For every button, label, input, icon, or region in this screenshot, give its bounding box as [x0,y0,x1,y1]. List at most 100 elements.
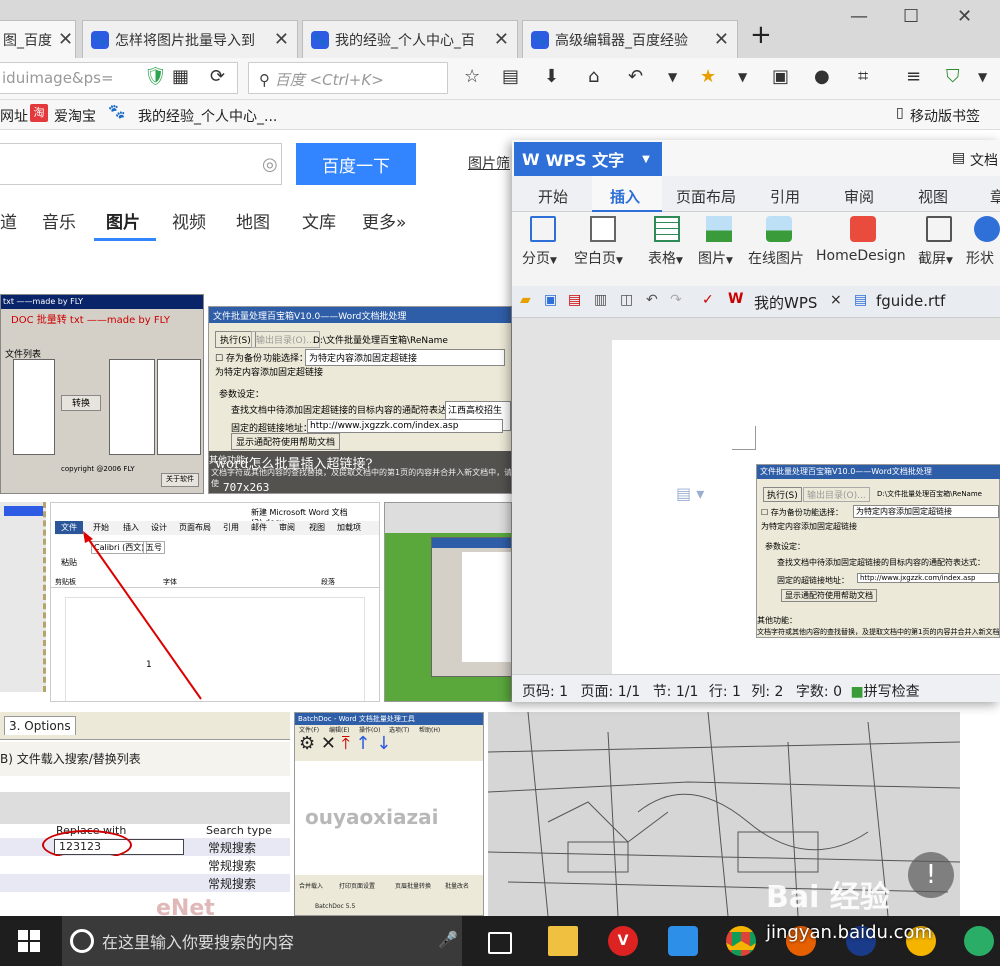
table-icon[interactable] [654,216,680,242]
new-tab-button[interactable]: + [750,20,772,50]
wps-logo-button[interactable]: W WPS 文字 ▼ [514,142,662,176]
reading-list-icon[interactable]: ▤ [502,66,519,87]
pdf-icon[interactable]: ▤ [568,292,581,308]
address-bar[interactable]: iduimage&ps= [0,62,238,94]
close-icon[interactable]: ✕ [321,733,336,754]
bottom-tab-merge[interactable]: 合并载入 [299,881,323,890]
map-pin-icon[interactable] [850,216,876,242]
bottom-tab-print[interactable]: 打印页面设置 [339,881,375,890]
redo-icon[interactable]: ↷ [670,292,682,308]
target-list[interactable] [157,359,201,455]
ribbon-page-break[interactable]: 分页▼ [522,248,557,268]
task-view-icon[interactable] [488,932,512,954]
output-dir-button[interactable]: 输出目录(O)... [251,331,320,348]
screenshot-icon[interactable] [926,216,952,242]
bookmark-url[interactable]: 网址 [0,106,28,126]
home-icon[interactable]: ⌂ [588,66,599,87]
mobile-bookmarks[interactable]: 移动版书签 [910,106,980,126]
wps-tab-insert[interactable]: 插入 [592,176,662,212]
qr-code-icon[interactable]: ▦ [172,66,189,87]
result-image-word[interactable]: 新建 Microsoft Word 文档 (2).docx - 文件 开始 插入… [50,502,380,702]
convert-button[interactable]: 转换 [61,395,101,411]
chrome-icon[interactable] [726,926,756,956]
windows-start-icon[interactable] [18,930,40,952]
tab-4-close-icon[interactable]: ✕ [708,29,729,50]
file-list[interactable] [13,359,55,455]
result-image-green[interactable] [384,502,512,702]
bottom-tab-header[interactable]: 页眉批量转换 [395,881,431,890]
wps-tab-refs[interactable]: 引用 [770,186,800,207]
tab-4[interactable]: 🐾 高级编辑器_百度经验 ✕ [522,20,738,58]
nav-map[interactable]: 地图 [236,208,270,233]
batchdoc-menu-help[interactable]: 帮助(H) [419,725,440,734]
bird-app-icon[interactable] [668,926,698,956]
feedback-badge[interactable]: ! [908,852,954,898]
tab-1-close-icon[interactable]: ✕ [52,29,73,50]
nav-dao[interactable]: 道 [0,208,17,233]
bottom-tab-rename[interactable]: 批量改名 [445,881,469,890]
tab-1[interactable]: 图_百度 ✕ [0,20,76,58]
backup-checkbox[interactable]: ☐ 存为备份 [215,351,262,364]
nav-more[interactable]: 更多» [362,208,406,233]
close-tab-icon[interactable]: × [830,292,842,308]
open-folder-icon[interactable]: ▰ [520,292,531,308]
result-image-batch-tool[interactable]: 文件批量处理百宝箱V10.0——Word文档批处理 执行(S) 输出目录(O).… [208,306,512,494]
result-image-doc-converter[interactable]: txt ——made by FLY DOC 批量转 txt ——made by … [0,294,204,494]
page-break-icon[interactable] [530,216,556,242]
ribbon-table[interactable]: 表格▼ [648,248,683,268]
chevron-down-icon[interactable]: ▼ [978,70,987,84]
nav-music[interactable]: 音乐 [42,208,76,233]
result-image-sketch[interactable]: ! Bai 经验 [488,712,960,916]
tab-2-close-icon[interactable]: ✕ [268,29,289,50]
url-input[interactable]: http://www.jxgzzk.com/index.asp [307,419,503,433]
baidu-search-button[interactable]: 百度一下 [296,143,416,185]
minimize-button[interactable]: — [850,6,868,27]
nav-images[interactable]: 图片 [106,208,140,233]
result-image-torn[interactable] [0,502,46,692]
preview-icon[interactable]: ◫ [620,292,633,308]
wps-document-page[interactable]: ▤ ▾ 文件批量处理百宝箱V10.0——Word文档批处理 执行(S) 输出目录… [612,340,1000,674]
func-select[interactable]: 为特定内容添加固定超链接 [305,349,505,366]
maximize-button[interactable]: ☐ [903,6,919,27]
move-top-icon[interactable]: ⤒ [342,733,350,754]
taskbar-search-box[interactable]: 在这里输入你要搜索的内容 🎤 [62,916,462,966]
wps-tab-review[interactable]: 审阅 [844,186,874,207]
download-icon[interactable]: ⬇ [544,66,559,87]
crop-icon[interactable]: ⌗ [858,66,868,87]
result-image-batchdoc[interactable]: BatchDoc - Word 文档批量处理工具 文件(F) 编辑(E) 操作(… [294,712,484,916]
shield-icon[interactable]: 🛡 [144,66,167,87]
camera-icon[interactable]: ◎ [262,154,278,175]
doc-tab-mywps[interactable]: 我的WPS [754,292,817,313]
refresh-icon[interactable]: ⟳ [210,66,225,87]
ribbon-screenshot[interactable]: 截屏▼ [918,248,953,268]
wps-tab-chapter[interactable]: 章 [990,186,1000,207]
embedded-batch-tool-image[interactable]: 文件批量处理百宝箱V10.0——Word文档批处理 执行(S) 输出目录(O).… [756,464,1000,638]
wechat-icon[interactable] [964,926,994,956]
online-picture-icon[interactable] [766,216,792,242]
menu-icon[interactable]: ≡ [906,66,921,87]
save-icon[interactable]: ▣ [544,292,557,308]
translate-icon[interactable]: ▣ [772,66,789,87]
print-icon[interactable]: ▥ [594,292,607,308]
tab-2[interactable]: 🐾 怎样将图片批量导入到 ✕ [82,20,298,58]
ribbon-online-picture[interactable]: 在线图片 [748,248,804,268]
search-input[interactable]: ⚲ 百度 <Ctrl+K> [248,62,448,94]
extension-icon[interactable]: ⛉ [946,66,960,87]
options-tab[interactable]: 3. Options [4,716,76,735]
wps-tab-home[interactable]: 开始 [538,186,568,207]
help-button[interactable]: 显示通配符使用帮助文档 [231,433,341,450]
chevron-down-icon[interactable]: ▼ [738,70,747,84]
close-button[interactable]: ✕ [957,6,972,27]
picture-icon[interactable] [706,216,732,242]
pin-icon[interactable]: ✓ [702,292,714,308]
nav-wenku[interactable]: 文库 [302,208,336,233]
exec-button[interactable]: 执行(S) [215,331,256,348]
bookmark-my-experience[interactable]: 我的经验_个人中心_... [138,106,277,126]
doc-tab-fguide[interactable]: fguide.rtf [876,292,945,310]
paste-options-icon[interactable]: ▤ ▾ [676,484,704,503]
ribbon-shapes[interactable]: 形状 [966,248,994,268]
batchdoc-menu-options[interactable]: 选项(T) [389,725,409,734]
vivaldi-icon[interactable]: V [608,926,638,956]
shapes-icon[interactable] [974,216,1000,242]
tab-3-close-icon[interactable]: ✕ [488,29,509,50]
